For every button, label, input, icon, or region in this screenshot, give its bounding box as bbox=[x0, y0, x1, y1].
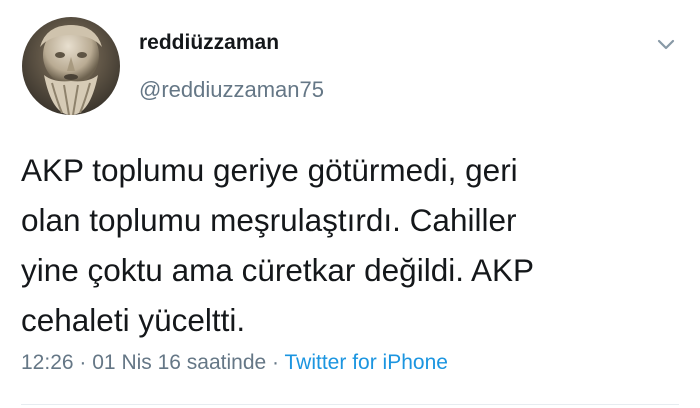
divider bbox=[21, 404, 679, 405]
tweet-time[interactable]: 12:26 bbox=[21, 351, 74, 374]
tweet-text: AKP toplumu geriye götürmedi, geri olan … bbox=[21, 152, 535, 338]
chevron-down-icon[interactable] bbox=[652, 30, 680, 58]
avatar[interactable] bbox=[22, 17, 120, 115]
meta-separator: · bbox=[79, 351, 87, 374]
meta-separator: · bbox=[272, 351, 280, 374]
sculpture-portrait-image bbox=[22, 17, 120, 115]
display-name[interactable]: reddiüzzaman bbox=[139, 31, 279, 55]
tweet-card: reddiüzzaman @reddiuzzaman75 AKP toplumu… bbox=[0, 0, 700, 408]
tweet-source-link[interactable]: Twitter for iPhone bbox=[285, 351, 448, 374]
tweet-metadata: 12:26 · 01 Nis 16 saatinde · Twitter for… bbox=[21, 351, 448, 375]
user-handle[interactable]: @reddiuzzaman75 bbox=[139, 77, 324, 103]
tweet-date[interactable]: 01 Nis 16 saatinde bbox=[92, 351, 266, 374]
